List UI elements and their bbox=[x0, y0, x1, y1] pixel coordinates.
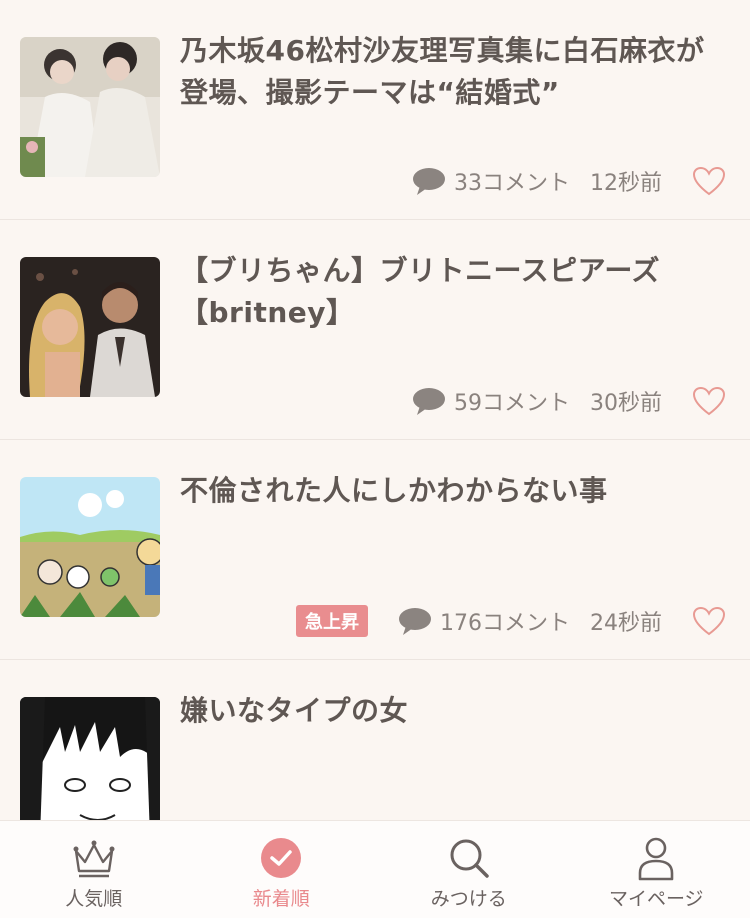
article-thumbnail[interactable] bbox=[20, 697, 160, 837]
tab-discover[interactable]: みつける bbox=[375, 821, 563, 918]
article-title[interactable]: 不倫された人にしかわからない事 bbox=[180, 470, 720, 512]
article-meta: 急上昇 176コメント 24秒前 bbox=[296, 603, 726, 639]
comment-icon bbox=[412, 166, 446, 196]
article-meta: 59コメント 30秒前 bbox=[412, 383, 726, 419]
tab-mypage[interactable]: マイページ bbox=[563, 821, 750, 918]
search-icon bbox=[446, 835, 492, 881]
article-thumbnail[interactable] bbox=[20, 477, 160, 617]
list-item[interactable]: 乃木坂46松村沙友理写真集に白石麻衣が登場、撮影テーマは“結婚式” 33コメント… bbox=[0, 0, 750, 220]
article-title[interactable]: 嫌いなタイプの女 bbox=[180, 690, 720, 732]
crown-icon bbox=[71, 835, 117, 881]
timestamp: 12秒前 bbox=[590, 165, 662, 197]
timestamp: 30秒前 bbox=[590, 385, 662, 417]
list-item[interactable]: 【ブリちゃん】ブリトニースピアーズ【britney】 59コメント 30秒前 bbox=[0, 220, 750, 440]
article-thumbnail[interactable] bbox=[20, 257, 160, 397]
article-title[interactable]: 【ブリちゃん】ブリトニースピアーズ【britney】 bbox=[180, 250, 720, 334]
bottom-tab-bar: 人気順 新着順 みつける マイページ bbox=[0, 820, 750, 918]
tab-label: みつける bbox=[375, 884, 563, 911]
comment-count: 33コメント bbox=[454, 165, 570, 197]
article-title[interactable]: 乃木坂46松村沙友理写真集に白石麻衣が登場、撮影テーマは“結婚式” bbox=[180, 30, 720, 114]
timestamp: 24秒前 bbox=[590, 605, 662, 637]
check-circle-icon bbox=[258, 835, 304, 881]
tab-new[interactable]: 新着順 bbox=[188, 821, 376, 918]
heart-icon[interactable] bbox=[692, 166, 726, 196]
article-meta: 33コメント 12秒前 bbox=[412, 163, 726, 199]
comment-count: 59コメント bbox=[454, 385, 570, 417]
person-icon bbox=[633, 835, 679, 881]
list-item[interactable]: 不倫された人にしかわからない事 急上昇 176コメント 24秒前 bbox=[0, 440, 750, 660]
comment-count: 176コメント bbox=[440, 605, 570, 637]
comment-icon bbox=[398, 606, 432, 636]
article-thumbnail[interactable] bbox=[20, 37, 160, 177]
article-list: 乃木坂46松村沙友理写真集に白石麻衣が登場、撮影テーマは“結婚式” 33コメント… bbox=[0, 0, 750, 880]
tab-popular[interactable]: 人気順 bbox=[0, 821, 188, 918]
tab-label: マイページ bbox=[563, 884, 750, 911]
tab-label: 人気順 bbox=[0, 884, 188, 911]
tab-label: 新着順 bbox=[188, 884, 376, 911]
comment-icon bbox=[412, 386, 446, 416]
heart-icon[interactable] bbox=[692, 386, 726, 416]
heart-icon[interactable] bbox=[692, 606, 726, 636]
trending-badge: 急上昇 bbox=[296, 605, 368, 637]
